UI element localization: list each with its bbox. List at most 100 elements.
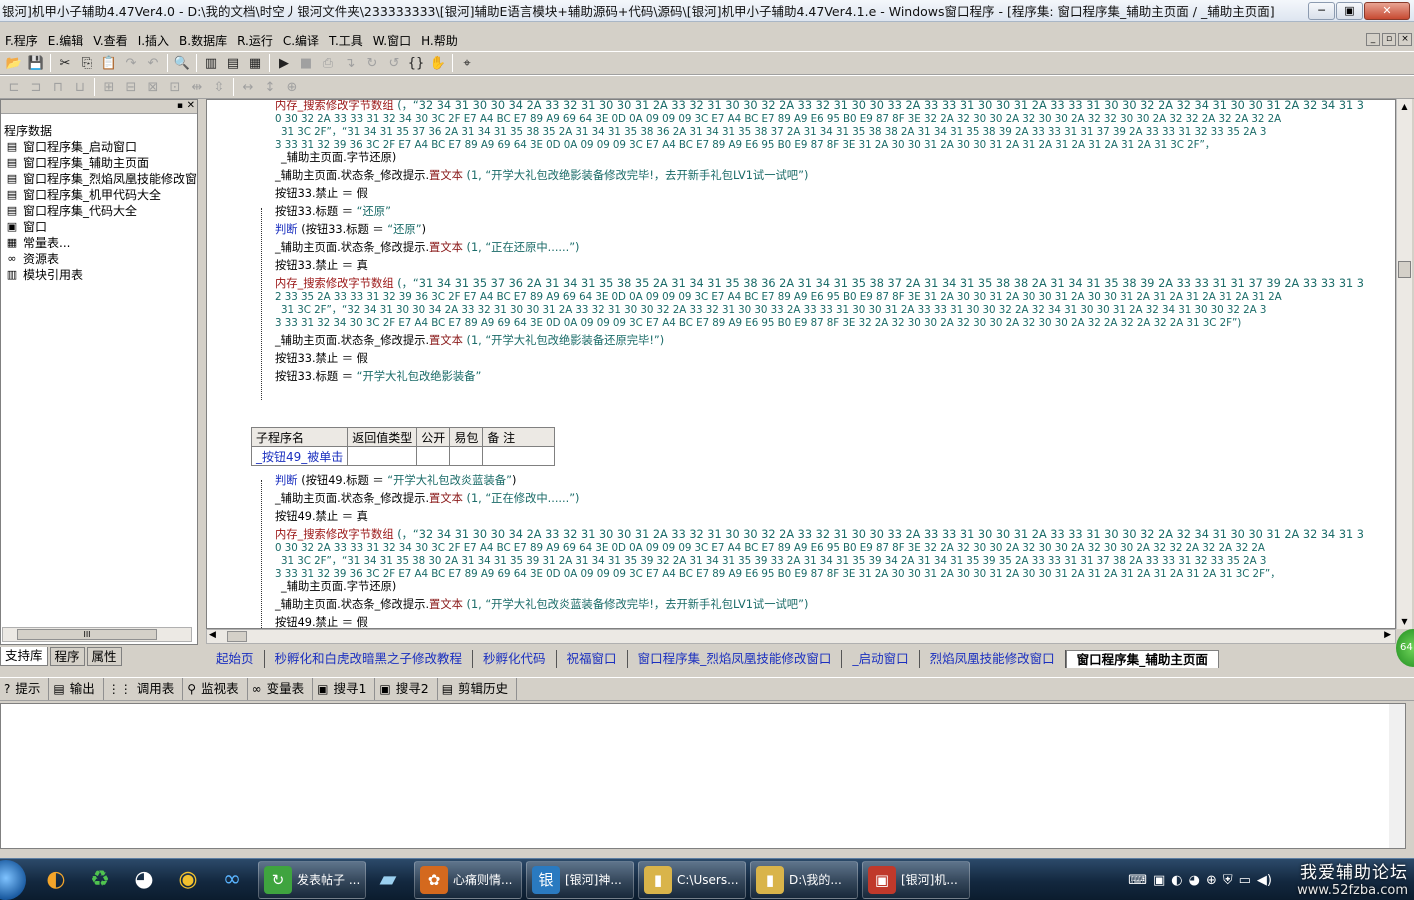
out-tab-variables[interactable]: ∞ 变量表 [248,678,314,700]
tree-item-resources[interactable]: ∞ 资源表 [4,250,197,266]
ime-icon[interactable]: ◐ [1171,873,1182,888]
size-h-icon[interactable]: ↔ [238,77,258,97]
doc-tab-start[interactable]: 起始页 [206,650,265,668]
mdi-close-button[interactable]: × [1398,33,1412,46]
tree-item-startup-window[interactable]: ▤ 窗口程序集_启动窗口 [4,138,197,154]
doc-tab-hatch-code[interactable]: 秒孵化代码 [473,650,557,668]
menu-compile[interactable]: C.编译 [278,32,324,49]
space-v-icon[interactable]: ⇳ [209,77,229,97]
menu-window[interactable]: W.窗口 [368,32,416,49]
tree-item-module-refs[interactable]: ▥ 模块引用表 [4,266,197,282]
task-button[interactable]: 银 [银河]神... [526,860,634,899]
align-right-icon[interactable]: ⊐ [26,77,46,97]
tree-item-constants[interactable]: ▦ 常量表... [4,234,197,250]
out-tab-callstack[interactable]: ⋮⋮ 调用表 [104,678,184,700]
code-editor[interactable]: 内存_搜索修改字节数组 (，“32 34 31 30 30 34 2A 33 3… [206,99,1396,629]
pointer-icon[interactable]: ⌖ [457,53,477,73]
doc-tab-phoenix-module[interactable]: 窗口程序集_烈焰凤凰技能修改窗口 [628,650,843,668]
tab-properties[interactable]: 属性 [86,647,122,666]
shield-icon[interactable]: ⛨ [1223,873,1233,888]
size-v-icon[interactable]: ↕ [260,77,280,97]
pin-icon[interactable]: ▪ [177,101,183,111]
step-out-icon[interactable]: ↺ [384,53,404,73]
sub-name-cell[interactable]: _按钮49_被单击 [250,446,349,466]
tree-item-main-page[interactable]: ▤ 窗口程序集_辅助主页面 [4,154,197,170]
close-button[interactable]: ✕ [1364,1,1410,20]
find-icon[interactable]: 🔍 [172,53,192,73]
out-tab-clip-history[interactable]: ▤ 剪辑历史 [438,678,518,700]
tree-item-code-list[interactable]: ▤ 窗口程序集_代码大全 [4,202,197,218]
hand-icon[interactable]: ✋ [428,53,448,73]
menu-tools[interactable]: T.工具 [324,32,368,49]
center-h-icon[interactable]: ⊞ [99,77,119,97]
task-button[interactable]: ✿ 心痛则情... [414,860,522,899]
start-button[interactable] [0,859,26,900]
out-tab-search2[interactable]: ▣ 搜寻2 [375,678,438,700]
menu-view[interactable]: V.查看 [88,32,132,49]
out-tab-watch[interactable]: ⚲ 监视表 [183,678,248,700]
doc-tab-tutorial[interactable]: 秒孵化和白虎改暗黑之子修改教程 [265,650,474,668]
save-icon[interactable]: 💾 [26,53,46,73]
speed-badge[interactable]: 64 [1396,629,1414,667]
undo-icon[interactable]: ↶ [143,53,163,73]
output-vscrollbar[interactable] [1389,704,1405,848]
menu-program[interactable]: F.程序 [0,32,43,49]
tree-item-program-data[interactable]: 程序数据 [4,122,197,138]
task-button[interactable]: ▣ [银河]机... [862,860,970,899]
out-tab-search1[interactable]: ▣ 搜寻1 [313,678,376,700]
grid-icon[interactable]: ⊕ [282,77,302,97]
copy-icon[interactable]: ⎘ [77,53,97,73]
app-tray-icon[interactable]: ▣ [1153,873,1165,888]
quicklaunch-icon[interactable]: ▰ [366,861,410,899]
plus-icon[interactable]: ⊕ [1206,873,1217,888]
align-bottom-icon[interactable]: ⊔ [70,77,90,97]
keyboard-icon[interactable]: ⌨ [1128,873,1147,888]
network-icon[interactable]: ▭ [1239,873,1251,888]
public-cell[interactable] [416,446,451,466]
mdi-restore-button[interactable]: ▫ [1382,33,1396,46]
panel-hscrollbar[interactable]: III [2,627,192,642]
layout-left-icon[interactable]: ▥ [201,53,221,73]
cut-icon[interactable]: ✂ [55,53,75,73]
step-icon[interactable]: ⎙ [318,53,338,73]
scroll-thumb[interactable] [1398,261,1411,278]
task-button[interactable]: ↻ 发表帖子 ... [258,860,366,899]
doc-tab-bless-window[interactable]: 祝福窗口 [557,650,628,668]
scroll-left-icon[interactable]: ◀ [209,630,216,640]
editor-hscrollbar[interactable]: ◀ ▶ [206,629,1396,644]
align-top-icon[interactable]: ⊓ [48,77,68,97]
tree-item-window[interactable]: ▣ 窗口 [4,218,197,234]
quicklaunch-icon[interactable]: ◐ [34,861,78,899]
redo-icon[interactable]: ↷ [121,53,141,73]
layout-split-icon[interactable]: ▦ [245,53,265,73]
scroll-thumb[interactable] [227,631,247,642]
tree-item-phoenix-skill[interactable]: ▤ 窗口程序集_烈焰凤凰技能修改窗 [4,170,197,186]
menu-insert[interactable]: I.插入 [133,32,174,49]
task-button[interactable]: ▮ C:\Users... [638,860,746,899]
step-into-icon[interactable]: ↴ [340,53,360,73]
doc-tab-startup[interactable]: _启动窗口 [842,650,920,668]
center-v-icon[interactable]: ⊟ [121,77,141,97]
output-panel[interactable] [0,703,1406,849]
menu-run[interactable]: R.运行 [232,32,278,49]
quicklaunch-icon[interactable]: ♻ [78,861,122,899]
quicklaunch-icon[interactable]: ∞ [210,861,254,899]
mdi-minimize-button[interactable]: _ [1366,33,1380,46]
doc-tab-main-page[interactable]: 窗口程序集_辅助主页面 [1065,650,1219,668]
doc-tab-phoenix-window[interactable]: 烈焰凤凰技能修改窗口 [920,650,1066,668]
scroll-down-icon[interactable]: ▼ [1397,614,1412,629]
minimize-button[interactable]: ─ [1308,1,1335,20]
maximize-button[interactable]: ▣ [1336,1,1363,20]
volume-icon[interactable]: ◀) [1257,873,1272,888]
same-width-icon[interactable]: ⊠ [143,77,163,97]
qq-tray-icon[interactable]: ◕ [1189,873,1200,888]
panel-close-icon[interactable]: ✕ [187,100,195,111]
space-h-icon[interactable]: ⇹ [187,77,207,97]
out-tab-hint[interactable]: ? 提示 [0,678,50,700]
scroll-up-icon[interactable]: ▲ [1397,99,1412,114]
align-left-icon[interactable]: ⊏ [4,77,24,97]
same-height-icon[interactable]: ⊡ [165,77,185,97]
tree-item-mech-code[interactable]: ▤ 窗口程序集_机甲代码大全 [4,186,197,202]
stop-icon[interactable]: ■ [296,53,316,73]
paste-icon[interactable]: 📋 [99,53,119,73]
